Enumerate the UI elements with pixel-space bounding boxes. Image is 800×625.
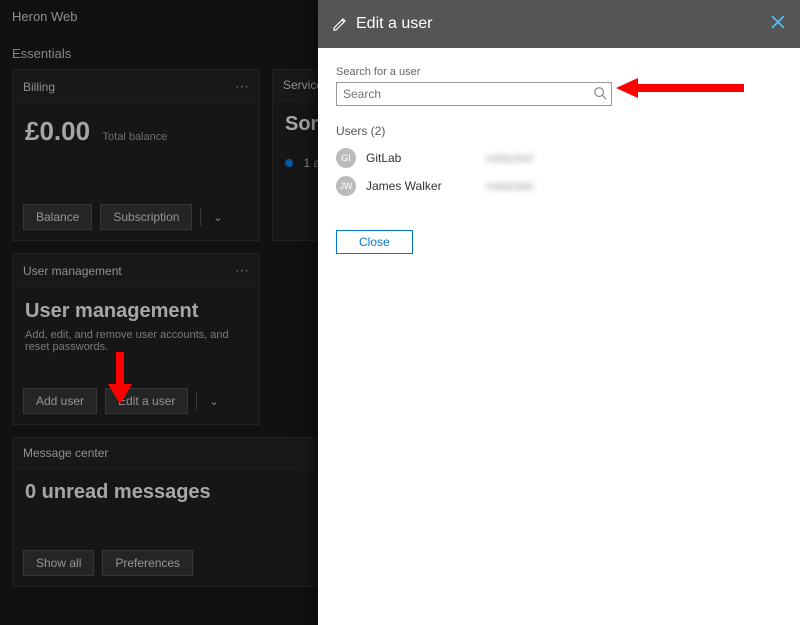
user-row[interactable]: GI GitLab redacted: [336, 144, 782, 172]
avatar: GI: [336, 148, 356, 168]
users-list: GI GitLab redacted JW James Walker redac…: [336, 144, 782, 200]
user-name: GitLab: [366, 151, 486, 165]
user-mgmt-more-icon[interactable]: ⋯: [235, 262, 249, 279]
user-email: redacted: [486, 151, 533, 165]
user-management-card: User management ⋯ User management Add, e…: [12, 253, 260, 425]
separator: [196, 392, 197, 410]
billing-amount: £0.00: [25, 116, 90, 146]
search-user-label: Search for a user: [336, 66, 782, 78]
user-email: redacted: [486, 179, 533, 193]
org-title: Heron Web: [12, 9, 78, 24]
preferences-button[interactable]: Preferences: [102, 550, 193, 576]
message-center-card-title: Message center: [23, 446, 108, 460]
search-icon[interactable]: [593, 86, 607, 103]
search-user-input[interactable]: [336, 82, 612, 106]
pencil-icon: [332, 16, 348, 32]
advisory-dot-icon: [285, 159, 293, 167]
user-mgmt-more-chevron-icon[interactable]: ⌄: [205, 395, 222, 408]
billing-card-more-icon[interactable]: ⋯: [235, 78, 249, 95]
user-mgmt-heading: User management: [25, 300, 247, 323]
user-name: James Walker: [366, 179, 486, 193]
balance-button[interactable]: Balance: [23, 204, 92, 230]
user-mgmt-card-title: User management: [23, 264, 122, 278]
close-icon: [770, 14, 786, 30]
user-row[interactable]: JW James Walker redacted: [336, 172, 782, 200]
panel-title: Edit a user: [356, 15, 770, 33]
user-mgmt-desc: Add, edit, and remove user accounts, and…: [25, 329, 247, 353]
subscription-button[interactable]: Subscription: [100, 204, 192, 230]
billing-subtitle: Total balance: [103, 131, 168, 143]
edit-user-panel: Edit a user Search for a user Users (2) …: [318, 0, 800, 625]
add-user-button[interactable]: Add user: [23, 388, 97, 414]
show-all-button[interactable]: Show all: [23, 550, 94, 576]
billing-card-title: Billing: [23, 80, 55, 94]
billing-more-chevron-icon[interactable]: ⌄: [209, 211, 226, 224]
panel-body: Search for a user Users (2) GI GitLab re…: [318, 48, 800, 272]
panel-header: Edit a user: [318, 0, 800, 48]
users-list-header: Users (2): [336, 124, 782, 138]
panel-close-button[interactable]: [770, 14, 786, 35]
billing-card: Billing ⋯ £0.00 Total balance Balance Su…: [12, 69, 260, 241]
separator: [200, 208, 201, 226]
edit-user-button[interactable]: Edit a user: [105, 388, 188, 414]
avatar: JW: [336, 176, 356, 196]
close-button[interactable]: Close: [336, 230, 413, 254]
